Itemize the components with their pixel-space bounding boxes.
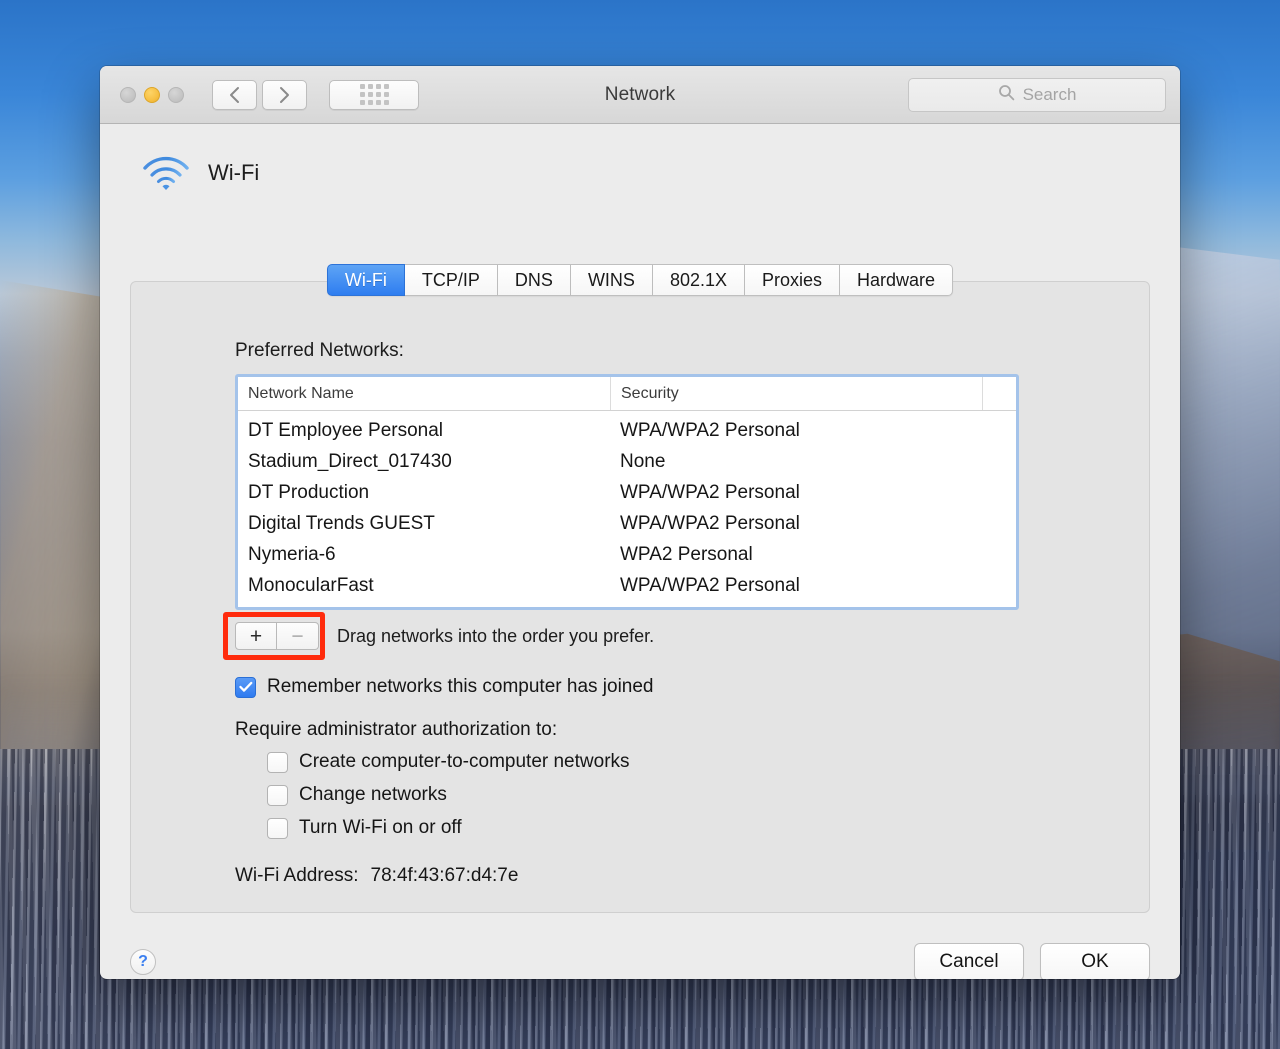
help-button[interactable]: ? xyxy=(130,949,156,975)
network-security-cell: None xyxy=(620,450,666,472)
require-authorization-row[interactable]: Create computer-to-computer networks xyxy=(267,751,1115,773)
table-row[interactable]: DT Employee Personal WPA/WPA2 Personal xyxy=(238,415,1016,446)
require-authorization-checkbox[interactable] xyxy=(267,784,288,806)
network-security-cell: WPA/WPA2 Personal xyxy=(620,574,800,596)
network-security-cell: WPA2 Personal xyxy=(620,543,753,565)
require-authorization-row[interactable]: Change networks xyxy=(267,784,1115,806)
tab-dns[interactable]: DNS xyxy=(497,264,571,296)
search-input[interactable]: Search xyxy=(908,77,1166,112)
table-row[interactable]: Stadium_Direct_017430 None xyxy=(238,446,1016,477)
require-authorization-label-item: Change networks xyxy=(299,784,447,805)
network-name-cell: MonocularFast xyxy=(248,574,374,596)
tab-wins[interactable]: WINS xyxy=(570,264,653,296)
dialog-footer: ? Cancel OK xyxy=(130,932,1150,979)
column-header-extra[interactable] xyxy=(982,377,1016,410)
tab-proxies[interactable]: Proxies xyxy=(745,264,841,296)
tab-bar: Wi-Fi TCP/IP DNS WINS 802.1X Proxies Hardware xyxy=(100,264,1180,296)
column-header-network-name[interactable]: Network Name xyxy=(238,377,610,410)
ok-button[interactable]: OK xyxy=(1040,943,1150,979)
table-header-row: Network Name Security xyxy=(238,377,1016,411)
footer-actions: Cancel OK xyxy=(914,943,1150,979)
remember-networks-checkbox[interactable] xyxy=(235,676,256,698)
network-security-cell: WPA/WPA2 Personal xyxy=(620,481,800,503)
table-row[interactable]: DT Production WPA/WPA2 Personal xyxy=(238,477,1016,508)
tab-tcp-ip[interactable]: TCP/IP xyxy=(404,264,498,296)
table-row[interactable]: MonocularFast WPA/WPA2 Personal xyxy=(238,570,1016,601)
chevron-right-icon xyxy=(279,86,290,104)
window-titlebar: Network Search xyxy=(100,66,1180,124)
network-name-cell: DT Production xyxy=(248,481,370,503)
zoom-button[interactable] xyxy=(168,86,184,103)
back-button[interactable] xyxy=(212,79,257,110)
network-name-cell: Digital Trends GUEST xyxy=(248,512,435,534)
wifi-address-row: Wi-Fi Address: 78:4f:43:67:d4:7e xyxy=(235,865,1115,887)
column-header-security[interactable]: Security xyxy=(610,377,982,410)
list-controls-row: + − Drag networks into the order you pre… xyxy=(223,612,1115,660)
search-container: Search xyxy=(908,77,1166,112)
require-authorization-list: Create computer-to-computer networks Chan… xyxy=(235,751,1115,839)
wifi-icon xyxy=(142,154,190,192)
table-body: DT Employee Personal WPA/WPA2 Personal Sta… xyxy=(238,411,1016,607)
preferred-networks-label: Preferred Networks: xyxy=(235,340,404,361)
network-name-cell: Stadium_Direct_017430 xyxy=(248,450,452,472)
require-authorization-label-item: Turn Wi-Fi on or off xyxy=(299,817,462,838)
minimize-button[interactable] xyxy=(144,86,160,103)
wifi-tab-panel: Preferred Networks: Network Name Securit… xyxy=(130,281,1150,913)
search-placeholder: Search xyxy=(1022,84,1077,104)
service-name-label: Wi-Fi xyxy=(208,160,260,185)
network-preferences-window: Network Search Wi-Fi Wi-Fi TCP/IP DNS WI… xyxy=(100,66,1180,979)
service-header: Wi-Fi xyxy=(116,124,1164,192)
search-icon xyxy=(998,84,1015,106)
close-button[interactable] xyxy=(120,86,136,103)
remove-network-button[interactable]: − xyxy=(277,622,319,650)
require-authorization-label-item: Create computer-to-computer networks xyxy=(299,751,630,772)
remember-networks-label: Remember networks this computer has join… xyxy=(267,676,654,697)
wifi-address-label: Wi-Fi Address: xyxy=(235,865,359,886)
window-controls xyxy=(120,86,184,103)
table-row[interactable]: Nymeria-6 WPA2 Personal xyxy=(238,539,1016,570)
network-name-cell: DT Employee Personal xyxy=(248,419,444,441)
forward-button[interactable] xyxy=(262,79,307,110)
tab-802-1x[interactable]: 802.1X xyxy=(652,264,745,296)
tabs-container: Wi-Fi TCP/IP DNS WINS 802.1X Proxies Hardware xyxy=(326,264,954,296)
table-row[interactable]: Digital Trends GUEST WPA/WPA2 Personal xyxy=(238,508,1016,539)
network-security-cell: WPA/WPA2 Personal xyxy=(620,419,800,441)
add-remove-segmented-control: + − xyxy=(235,622,319,650)
cancel-button[interactable]: Cancel xyxy=(914,943,1024,979)
require-authorization-row[interactable]: Turn Wi-Fi on or off xyxy=(267,817,1115,839)
wifi-address-value: 78:4f:43:67:d4:7e xyxy=(370,865,519,886)
tab-hardware[interactable]: Hardware xyxy=(840,264,954,296)
add-network-button[interactable]: + xyxy=(235,622,277,650)
network-name-cell: Nymeria-6 xyxy=(248,543,336,565)
require-authorization-checkbox[interactable] xyxy=(267,751,288,773)
remember-networks-row[interactable]: Remember networks this computer has join… xyxy=(235,676,1115,698)
network-security-cell: WPA/WPA2 Personal xyxy=(620,512,800,534)
require-authorization-label: Require administrator authorization to: xyxy=(235,719,558,740)
show-all-grid-icon xyxy=(359,84,389,105)
drag-order-hint: Drag networks into the order you prefer. xyxy=(337,625,655,646)
window-body: Wi-Fi Wi-Fi TCP/IP DNS WINS 802.1X Proxies Har… xyxy=(100,124,1180,979)
navigation-segmented-control xyxy=(212,79,307,110)
show-all-button[interactable] xyxy=(329,79,419,110)
chevron-left-icon xyxy=(229,86,240,104)
tab-wi-fi[interactable]: Wi-Fi xyxy=(326,264,405,296)
preferred-networks-table[interactable]: Network Name Security DT Employee Person… xyxy=(235,374,1019,610)
require-authorization-checkbox[interactable] xyxy=(267,817,288,839)
